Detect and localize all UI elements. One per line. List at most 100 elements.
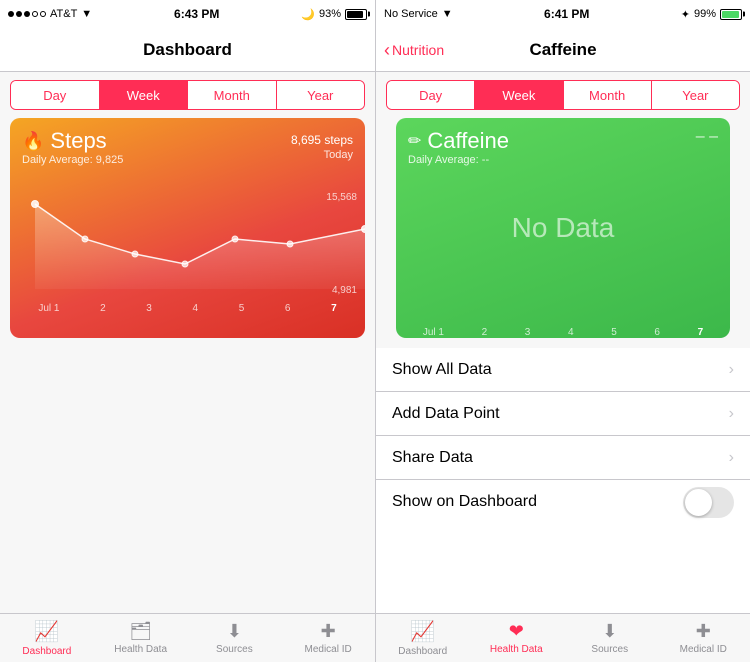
caffeine-title: Caffeine	[427, 128, 509, 154]
seg-year[interactable]: Year	[277, 81, 365, 109]
right-tab-sources[interactable]: ⬇ Sources	[563, 614, 657, 662]
steps-title: Steps	[50, 128, 106, 154]
show-all-chevron: ›	[729, 361, 734, 379]
show-all-data-label: Show All Data	[392, 361, 492, 379]
right-medical-icon: ✚	[696, 621, 711, 642]
caff-x-2: 3	[525, 327, 531, 338]
menu-show-on-dashboard[interactable]: Show on Dashboard	[376, 480, 750, 524]
dot2	[16, 11, 22, 17]
menu-share-data[interactable]: Share Data ›	[376, 436, 750, 480]
right-status-bar: No Service ▼ 6:41 PM ✦ 99%	[376, 0, 750, 28]
caff-x-6: 7	[698, 327, 704, 338]
caffeine-no-data: No Data	[512, 212, 615, 244]
dashboard-label: Dashboard	[22, 646, 71, 657]
right-tab-medical-id[interactable]: ✚ Medical ID	[657, 614, 750, 662]
right-panel: No Service ▼ 6:41 PM ✦ 99% ‹ Nutrition C…	[375, 0, 750, 662]
dot4	[32, 11, 38, 17]
medical-id-icon: ✚	[321, 621, 336, 642]
back-label: Nutrition	[392, 42, 444, 58]
carrier-label: AT&T	[50, 8, 77, 20]
left-tab-bar: 📈 Dashboard 🗂 Health Data ⬇ Sources ✚ Me…	[0, 613, 375, 662]
steps-card-inner: 🔥 Steps Daily Average: 9,825 8,695 steps…	[10, 118, 365, 338]
menu-show-all-data[interactable]: Show All Data ›	[376, 348, 750, 392]
signal-dots	[8, 11, 46, 17]
right-wifi-icon: ▼	[442, 8, 453, 20]
right-tab-bar: 📈 Dashboard ❤ Health Data ⬇ Sources ✚ Me…	[376, 613, 750, 662]
tab-medical-id[interactable]: ✚ Medical ID	[281, 614, 375, 662]
right-seg-year[interactable]: Year	[652, 81, 739, 109]
menu-add-data-point[interactable]: Add Data Point ›	[376, 392, 750, 436]
tab-dashboard[interactable]: 📈 Dashboard	[0, 614, 94, 662]
caffeine-card-inner: ✏ Caffeine Daily Average: -- – – No Data…	[396, 118, 730, 338]
sources-label: Sources	[216, 644, 253, 655]
caffeine-menu-list: Show All Data › Add Data Point › Share D…	[376, 348, 750, 613]
x-label-6: 7	[331, 303, 337, 314]
right-battery-fill	[722, 11, 739, 18]
caffeine-menu[interactable]: – –	[696, 128, 718, 146]
left-status-right: 🌙 93%	[301, 8, 367, 21]
right-segment-control[interactable]: Day Week Month Year	[386, 80, 740, 110]
seg-week[interactable]: Week	[100, 81, 189, 109]
steps-card-header: 🔥 Steps Daily Average: 9,825 8,695 steps…	[22, 128, 353, 166]
add-data-point-label: Add Data Point	[392, 405, 500, 423]
dot3	[24, 11, 30, 17]
right-battery-percent: 99%	[694, 8, 716, 20]
caff-x-4: 5	[611, 327, 617, 338]
right-nav-bar: ‹ Nutrition Caffeine	[376, 28, 750, 72]
health-data-icon: 🗂	[129, 621, 152, 642]
steps-subtitle: Daily Average: 9,825	[22, 154, 123, 166]
right-seg-day[interactable]: Day	[387, 81, 475, 109]
show-on-dashboard-toggle[interactable]	[683, 487, 734, 518]
bluetooth-icon: ✦	[681, 8, 690, 21]
tab-health-data[interactable]: 🗂 Health Data	[94, 614, 188, 662]
right-tab-dashboard[interactable]: 📈 Dashboard	[376, 614, 470, 662]
caffeine-card-header: ✏ Caffeine Daily Average: -- – –	[408, 128, 718, 166]
battery-icon	[345, 9, 367, 20]
right-tab-health-data[interactable]: ❤ Health Data	[470, 614, 564, 662]
right-nav-title: Caffeine	[529, 40, 596, 60]
steps-unit: steps	[321, 133, 353, 147]
right-medical-label: Medical ID	[680, 644, 727, 655]
battery-percent: 93%	[319, 8, 341, 20]
right-dashboard-icon: 📈	[410, 619, 435, 644]
steps-chart-svg	[10, 184, 365, 289]
right-sources-label: Sources	[591, 644, 628, 655]
left-segment-control[interactable]: Day Week Month Year	[10, 80, 365, 110]
seg-day[interactable]: Day	[11, 81, 100, 109]
x-label-2: 3	[146, 303, 152, 314]
wifi-icon: ▼	[81, 8, 92, 20]
share-data-chevron: ›	[729, 449, 734, 467]
right-seg-week[interactable]: Week	[475, 81, 563, 109]
caffeine-subtitle: Daily Average: --	[408, 154, 509, 166]
right-status-right: ✦ 99%	[681, 8, 742, 21]
tab-sources[interactable]: ⬇ Sources	[188, 614, 282, 662]
moon-icon: 🌙	[301, 8, 315, 21]
caff-x-5: 6	[654, 327, 660, 338]
steps-chart: 15,568 4,981	[10, 184, 365, 314]
show-on-dashboard-label: Show on Dashboard	[392, 493, 537, 511]
x-label-0: Jul 1	[38, 303, 59, 314]
chart-x-labels: Jul 1 2 3 4 5 6 7	[10, 303, 365, 314]
nav-back[interactable]: ‹ Nutrition	[384, 41, 444, 59]
steps-date: Today	[291, 149, 353, 161]
battery-fill	[347, 11, 363, 18]
caffeine-icon: ✏	[408, 131, 421, 151]
left-time: 6:43 PM	[174, 7, 219, 21]
caffeine-x-labels: Jul 1 2 3 4 5 6 7	[396, 327, 730, 338]
left-nav-title: Dashboard	[143, 40, 232, 60]
left-panel: AT&T ▼ 6:43 PM 🌙 93% Dashboard Day Week …	[0, 0, 375, 662]
add-data-chevron: ›	[729, 405, 734, 423]
x-label-4: 5	[239, 303, 245, 314]
left-status-bar: AT&T ▼ 6:43 PM 🌙 93%	[0, 0, 375, 28]
battery	[345, 9, 367, 20]
right-time: 6:41 PM	[544, 7, 589, 21]
dashboard-icon: 📈	[34, 619, 59, 644]
left-nav-bar: Dashboard	[0, 28, 375, 72]
steps-title-group: 🔥 Steps	[22, 128, 123, 154]
right-seg-month[interactable]: Month	[564, 81, 652, 109]
right-health-icon: ❤	[509, 621, 524, 642]
steps-card: 🔥 Steps Daily Average: 9,825 8,695 steps…	[10, 118, 365, 338]
right-status-left: No Service ▼	[384, 8, 453, 20]
share-data-label: Share Data	[392, 449, 473, 467]
seg-month[interactable]: Month	[188, 81, 277, 109]
